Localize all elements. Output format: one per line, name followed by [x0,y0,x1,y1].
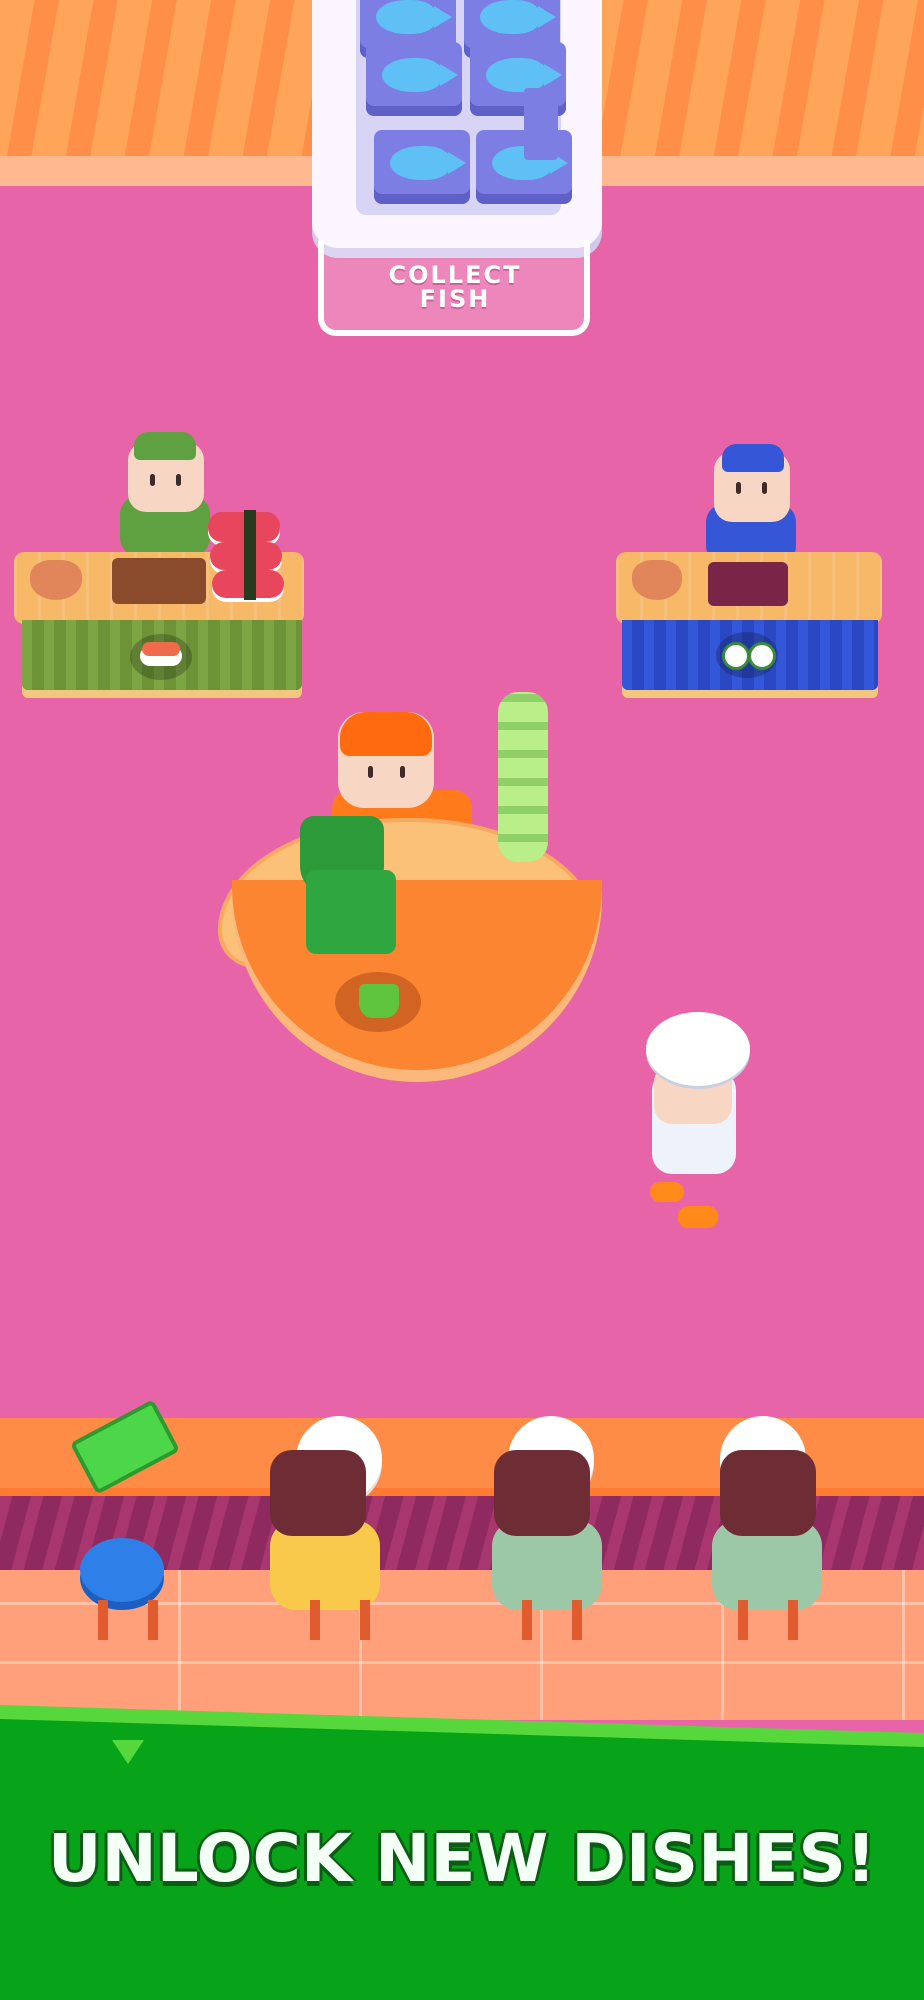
chef-shoe [678,1206,718,1228]
eye [176,474,181,486]
eye [736,482,741,494]
fridge-handle [524,88,558,160]
fish-icon [486,58,562,92]
banner-notch [112,1740,144,1764]
eye [400,766,405,778]
fish-silhouette-icon [30,560,82,600]
customer-head [720,1450,816,1536]
green-cup-icon [359,984,399,1018]
fish-icon [390,146,466,180]
collect-fish-label: COLLECT FISH [388,261,522,313]
maki-worker-hat [722,444,784,472]
eye [150,474,155,486]
stool-leg [360,1600,370,1640]
maki-roll-icon [716,632,778,678]
fish-icon [382,58,458,92]
fish-silhouette-icon [632,560,682,600]
green-cup-stack [498,692,548,862]
drink-worker-hat [340,712,432,756]
drink-station-token [335,972,421,1032]
stool-leg [522,1600,532,1640]
fish-box [374,130,470,204]
eye [368,766,373,778]
stool-leg [98,1600,108,1640]
fish-box [366,42,462,116]
empty-stool[interactable] [80,1538,164,1602]
cutting-board [112,558,206,604]
stool-leg [738,1600,748,1640]
rolling-mat [708,562,788,606]
chef-hat [646,1012,750,1086]
stool-leg [788,1600,798,1640]
customer-head [270,1450,366,1536]
fish-icon [376,0,452,34]
stool-leg [572,1600,582,1640]
nigiri-icon [130,634,192,680]
nigiri-worker-hat [134,432,196,460]
blender-base [306,870,396,954]
nori-band [244,510,256,600]
banner-title: UNLOCK NEW DISHES! [47,1820,877,1897]
fish-icon [480,0,556,34]
customer-head [494,1450,590,1536]
eye [762,482,767,494]
chef-shoe [650,1182,684,1202]
stool-leg [310,1600,320,1640]
stool-leg [148,1600,158,1640]
